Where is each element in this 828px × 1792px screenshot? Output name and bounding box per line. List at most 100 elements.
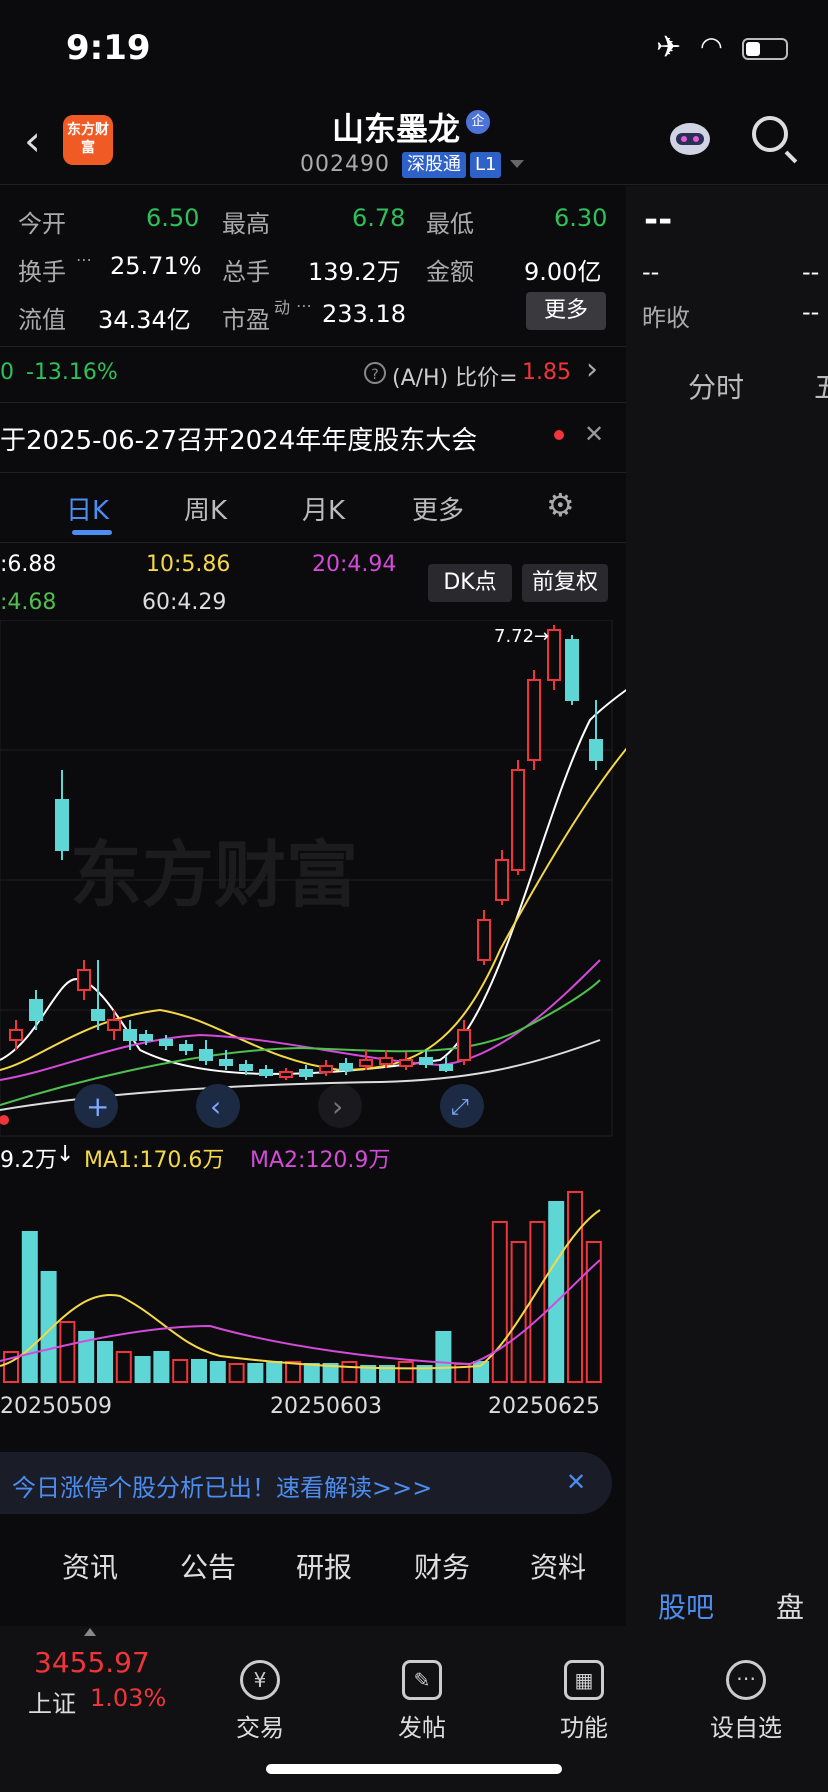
tab-week-k[interactable]: 周K (184, 490, 227, 527)
tabbar-post[interactable]: ✎ 发帖 (362, 1660, 482, 1743)
candle (319, 1065, 333, 1073)
volume-value: 139.2万 (308, 258, 401, 286)
divider (0, 184, 828, 185)
banner-text[interactable]: 今日涨停个股分析已出！速看解读>>> (12, 1468, 432, 1503)
volume-bar (247, 1363, 264, 1383)
tab-research[interactable]: 研报 (296, 1546, 352, 1586)
volume-bar (397, 1361, 414, 1383)
date-label-2: 20250603 (270, 1394, 382, 1419)
settings-icon[interactable]: ⚙ (546, 486, 575, 524)
help-icon[interactable]: ? (364, 362, 386, 384)
tab-month-k[interactable]: 月K (302, 490, 345, 527)
divider (0, 346, 626, 347)
candle (9, 1029, 23, 1041)
tab-wudang[interactable]: 五 (814, 366, 828, 406)
tab-finance[interactable]: 财务 (414, 1546, 470, 1586)
chevron-left-icon: ‹ (210, 1090, 221, 1123)
volume-bar (172, 1359, 189, 1383)
volume-bar (491, 1221, 508, 1383)
volume-label: 总手 (222, 258, 270, 286)
tab-more[interactable]: 更多 (412, 490, 464, 527)
tabbar-function[interactable]: ▦ 功能 (524, 1660, 644, 1743)
close-icon[interactable]: ✕ (584, 420, 604, 448)
tag-shengutong: 深股通 (402, 152, 466, 178)
tabbar-trade[interactable]: ¥ 交易 (200, 1660, 320, 1743)
edit-icon: ✎ (402, 1660, 442, 1700)
watermark: 东方财富 (70, 833, 358, 917)
kline-chart[interactable]: 东方财富 7.72 → + ‹ › ⤢ (0, 620, 626, 1140)
volume-bar (59, 1321, 76, 1383)
volume-bar (209, 1361, 226, 1383)
amount-value: 9.00亿 (524, 258, 602, 286)
candle (199, 1049, 213, 1061)
candle (511, 769, 525, 871)
tab-guba[interactable]: 股吧 (658, 1586, 714, 1626)
pe-label: 市盈 (222, 306, 270, 334)
expand-icon: ⤢ (451, 1095, 469, 1120)
right-price: -- (644, 200, 673, 240)
ma30-value: :4.68 (0, 590, 57, 615)
close-icon[interactable]: ✕ (566, 1468, 586, 1496)
fq-button[interactable]: 前复权 (522, 564, 608, 602)
candle (55, 799, 69, 851)
volume-bar (529, 1221, 546, 1383)
tabbar-watchlist-label: 设自选 (710, 1714, 782, 1742)
peak-label: 7.72 (494, 626, 534, 647)
turnover-label: 换手 (18, 258, 66, 286)
dk-button[interactable]: DK点 (428, 564, 512, 602)
tab-announcements[interactable]: 公告 (180, 1546, 236, 1586)
prev-close-label: 昨收 (642, 304, 690, 332)
candle (527, 679, 541, 761)
candle (495, 859, 509, 901)
candle (159, 1039, 173, 1046)
volume-bar (435, 1331, 452, 1383)
volume-bar (585, 1241, 602, 1383)
back-icon[interactable]: ‹ (24, 116, 41, 165)
chevron-right-icon[interactable]: › (586, 352, 598, 387)
volume-bar (21, 1231, 38, 1383)
candle (339, 1063, 353, 1071)
candle (179, 1044, 193, 1051)
pe-value: 233.18 (322, 300, 406, 328)
yen-cycle-icon: ¥ (240, 1660, 280, 1700)
candle (565, 639, 579, 701)
more-button[interactable]: 更多 (526, 292, 606, 330)
candle (359, 1059, 373, 1067)
ma10-value: 10:5.86 (146, 552, 231, 577)
chevron-down-icon[interactable] (510, 160, 524, 168)
tabbar-watchlist[interactable]: ⋯ 设自选 (686, 1660, 806, 1743)
more-circle-icon: ⋯ (726, 1660, 766, 1700)
tab-news[interactable]: 资讯 (62, 1546, 118, 1586)
vol-ma1: MA1:170.6万 (84, 1148, 225, 1173)
info-icon[interactable]: ⋯ (296, 296, 312, 315)
tabbar-function-label: 功能 (560, 1714, 608, 1742)
grid-icon: ▦ (564, 1660, 604, 1700)
tab-profile[interactable]: 资料 (530, 1546, 586, 1586)
ma20-value: 20:4.94 (312, 552, 397, 577)
notice-text[interactable]: 于2025-06-27召开2024年年度股东大会 (0, 420, 477, 457)
search-icon[interactable] (752, 116, 788, 152)
chevron-up-icon[interactable] (84, 1628, 96, 1636)
volume-bar (303, 1363, 320, 1383)
tab-day-k[interactable]: 日K (66, 490, 109, 527)
candle (123, 1029, 137, 1041)
tab-fenshi[interactable]: 分时 (688, 366, 744, 406)
plus-icon: + (86, 1090, 109, 1123)
index-value[interactable]: 3455.97 (34, 1646, 150, 1679)
high-value: 6.78 (352, 204, 406, 232)
date-label-3: 20250625 (488, 1394, 600, 1419)
vol-ma2: MA2:120.9万 (250, 1148, 391, 1173)
info-icon[interactable]: ⋯ (76, 250, 92, 269)
right-v1: -- (642, 258, 660, 286)
volume-bar (97, 1341, 113, 1383)
candle (589, 739, 603, 761)
amount-label: 金额 (426, 258, 474, 286)
candle (77, 969, 91, 991)
vol-value: 9.2万 (0, 1148, 57, 1173)
volume-bar (266, 1361, 283, 1383)
index-name: 上证 (28, 1690, 76, 1718)
volume-bar (548, 1201, 565, 1383)
candle (139, 1034, 153, 1041)
tabbar-post-label: 发帖 (398, 1714, 446, 1742)
robot-assistant-icon[interactable] (666, 113, 714, 161)
